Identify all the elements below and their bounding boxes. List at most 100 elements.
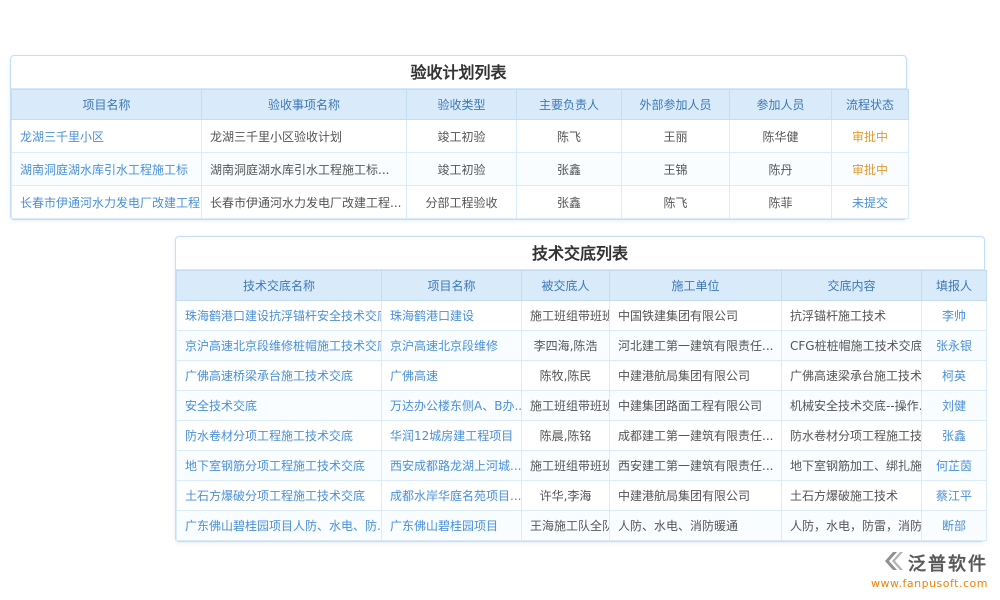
content-cell: CFG桩桩帽施工技术交底。 [782, 331, 922, 361]
acceptance-item-cell: 湖南洞庭湖水库引水工程施工标... [202, 153, 407, 186]
disclosure-name-link[interactable]: 防水卷材分项工程施工技术交底 [177, 421, 382, 451]
unit-cell: 中建港航局集团有限公司 [610, 361, 782, 391]
disclosure-name-link[interactable]: 安全技术交底 [177, 391, 382, 421]
project-name-link[interactable]: 广东佛山碧桂园项目 [382, 511, 522, 541]
unit-cell: 中建集团路面工程有限公司 [610, 391, 782, 421]
receiver-cell: 陈晨,陈铭 [522, 421, 610, 451]
column-header-disclosure-name: 技术交底名称 [177, 271, 382, 301]
tech-disclosure-table: 技术交底名称 项目名称 被交底人 施工单位 交底内容 填报人 珠海鹤港口建设抗浮… [176, 270, 987, 541]
acceptance-plan-card: 验收计划列表 项目名称 验收事项名称 验收类型 主要负责人 外部参加人员 参加人… [10, 55, 907, 220]
project-name-link[interactable]: 湖南洞庭湖水库引水工程施工标 [12, 153, 202, 186]
disclosure-name-link[interactable]: 广佛高速桥梁承台施工技术交底 [177, 361, 382, 391]
unit-cell: 中国铁建集团有限公司 [610, 301, 782, 331]
participants-cell: 陈菲 [730, 186, 832, 219]
reporter-link[interactable]: 柯英 [922, 361, 987, 391]
project-name-link[interactable]: 珠海鹤港口建设 [382, 301, 522, 331]
table-row: 土石方爆破分项工程施工技术交底 成都水岸华庭名苑项目... 许华,李海 中建港航… [177, 481, 987, 511]
external-participants-cell: 王丽 [622, 120, 730, 153]
project-name-link[interactable]: 龙湖三千里小区 [12, 120, 202, 153]
content-cell: 机械安全技术交底--操作... [782, 391, 922, 421]
status-badge: 未提交 [832, 186, 909, 219]
column-header-reporter: 填报人 [922, 271, 987, 301]
receiver-cell: 李四海,陈浩 [522, 331, 610, 361]
table-row: 地下室钢筋分项工程施工技术交底 西安成都路龙湖上河城... 施工班组带班班...… [177, 451, 987, 481]
disclosure-name-link[interactable]: 地下室钢筋分项工程施工技术交底 [177, 451, 382, 481]
owner-cell: 陈飞 [517, 120, 622, 153]
content-cell: 防水卷材分项工程施工技术 [782, 421, 922, 451]
receiver-cell: 施工班组带班班... [522, 451, 610, 481]
project-name-link[interactable]: 京沪高速北京段维修 [382, 331, 522, 361]
table-row: 广佛高速桥梁承台施工技术交底 广佛高速 陈牧,陈民 中建港航局集团有限公司 广佛… [177, 361, 987, 391]
fanpu-logo-icon [884, 551, 904, 575]
table-row: 安全技术交底 万达办公楼东侧A、B办... 施工班组带班班... 中建集团路面工… [177, 391, 987, 421]
content-cell: 土石方爆破施工技术 [782, 481, 922, 511]
content-cell: 人防，水电，防雷，消防... [782, 511, 922, 541]
owner-cell: 张鑫 [517, 153, 622, 186]
table-row: 长春市伊通河水力发电厂改建工程 长春市伊通河水力发电厂改建工程... 分部工程验… [12, 186, 909, 219]
reporter-link[interactable]: 李帅 [922, 301, 987, 331]
project-name-link[interactable]: 华润12城房建工程项目 [382, 421, 522, 451]
unit-cell: 成都建工第一建筑有限责任... [610, 421, 782, 451]
project-name-link[interactable]: 长春市伊通河水力发电厂改建工程 [12, 186, 202, 219]
table-row: 京沪高速北京段维修桩帽施工技术交底 京沪高速北京段维修 李四海,陈浩 河北建工第… [177, 331, 987, 361]
acceptance-plan-table: 项目名称 验收事项名称 验收类型 主要负责人 外部参加人员 参加人员 流程状态 … [11, 89, 909, 219]
reporter-link[interactable]: 断部 [922, 511, 987, 541]
reporter-link[interactable]: 蔡江平 [922, 481, 987, 511]
content-cell: 地下室钢筋加工、绑扎施... [782, 451, 922, 481]
table-row: 龙湖三千里小区 龙湖三千里小区验收计划 竣工初验 陈飞 王丽 陈华健 审批中 [12, 120, 909, 153]
acceptance-header-row: 项目名称 验收事项名称 验收类型 主要负责人 外部参加人员 参加人员 流程状态 [12, 90, 909, 120]
table-row: 防水卷材分项工程施工技术交底 华润12城房建工程项目 陈晨,陈铭 成都建工第一建… [177, 421, 987, 451]
reporter-link[interactable]: 何芷茵 [922, 451, 987, 481]
unit-cell: 西安建工第一建筑有限责任... [610, 451, 782, 481]
column-header-receiver: 被交底人 [522, 271, 610, 301]
fanpu-logo: 泛普软件 www.fanpusoft.com [871, 550, 988, 590]
reporter-link[interactable]: 张鑫 [922, 421, 987, 451]
status-badge: 审批中 [832, 120, 909, 153]
table-row: 珠海鹤港口建设抗浮锚杆安全技术交底 珠海鹤港口建设 施工班组带班班... 中国铁… [177, 301, 987, 331]
project-name-link[interactable]: 万达办公楼东侧A、B办... [382, 391, 522, 421]
project-name-link[interactable]: 西安成都路龙湖上河城... [382, 451, 522, 481]
unit-cell: 中建港航局集团有限公司 [610, 481, 782, 511]
acceptance-type-cell: 竣工初验 [407, 153, 517, 186]
column-header-item: 验收事项名称 [202, 90, 407, 120]
disclosure-name-link[interactable]: 土石方爆破分项工程施工技术交底 [177, 481, 382, 511]
column-header-participants: 参加人员 [730, 90, 832, 120]
column-header-project: 项目名称 [382, 271, 522, 301]
status-badge: 审批中 [832, 153, 909, 186]
unit-cell: 河北建工第一建筑有限责任... [610, 331, 782, 361]
fanpu-brand-text: 泛普软件 [908, 550, 988, 576]
column-header-content: 交底内容 [782, 271, 922, 301]
reporter-link[interactable]: 张永银 [922, 331, 987, 361]
fanpu-url-text: www.fanpusoft.com [871, 577, 988, 590]
table-row: 湖南洞庭湖水库引水工程施工标 湖南洞庭湖水库引水工程施工标... 竣工初验 张鑫… [12, 153, 909, 186]
receiver-cell: 王海施工队全队 [522, 511, 610, 541]
external-participants-cell: 王锦 [622, 153, 730, 186]
column-header-owner: 主要负责人 [517, 90, 622, 120]
acceptance-item-cell: 龙湖三千里小区验收计划 [202, 120, 407, 153]
column-header-unit: 施工单位 [610, 271, 782, 301]
table-row: 广东佛山碧桂园项目人防、水电、防... 广东佛山碧桂园项目 王海施工队全队 人防… [177, 511, 987, 541]
unit-cell: 人防、水电、消防暖通 [610, 511, 782, 541]
participants-cell: 陈丹 [730, 153, 832, 186]
receiver-cell: 许华,李海 [522, 481, 610, 511]
content-cell: 广佛高速梁承台施工技术... [782, 361, 922, 391]
column-header-status: 流程状态 [832, 90, 909, 120]
receiver-cell: 陈牧,陈民 [522, 361, 610, 391]
tech-disclosure-card: 技术交底列表 技术交底名称 项目名称 被交底人 施工单位 交底内容 填报人 珠海… [175, 236, 985, 542]
project-name-link[interactable]: 广佛高速 [382, 361, 522, 391]
acceptance-item-cell: 长春市伊通河水力发电厂改建工程... [202, 186, 407, 219]
tech-disclosure-title: 技术交底列表 [176, 237, 984, 270]
project-name-link[interactable]: 成都水岸华庭名苑项目... [382, 481, 522, 511]
column-header-type: 验收类型 [407, 90, 517, 120]
acceptance-type-cell: 竣工初验 [407, 120, 517, 153]
acceptance-type-cell: 分部工程验收 [407, 186, 517, 219]
acceptance-plan-title: 验收计划列表 [11, 56, 906, 89]
content-cell: 抗浮锚杆施工技术 [782, 301, 922, 331]
disclosure-header-row: 技术交底名称 项目名称 被交底人 施工单位 交底内容 填报人 [177, 271, 987, 301]
disclosure-name-link[interactable]: 珠海鹤港口建设抗浮锚杆安全技术交底 [177, 301, 382, 331]
disclosure-name-link[interactable]: 广东佛山碧桂园项目人防、水电、防... [177, 511, 382, 541]
column-header-external: 外部参加人员 [622, 90, 730, 120]
receiver-cell: 施工班组带班班... [522, 391, 610, 421]
reporter-link[interactable]: 刘健 [922, 391, 987, 421]
disclosure-name-link[interactable]: 京沪高速北京段维修桩帽施工技术交底 [177, 331, 382, 361]
